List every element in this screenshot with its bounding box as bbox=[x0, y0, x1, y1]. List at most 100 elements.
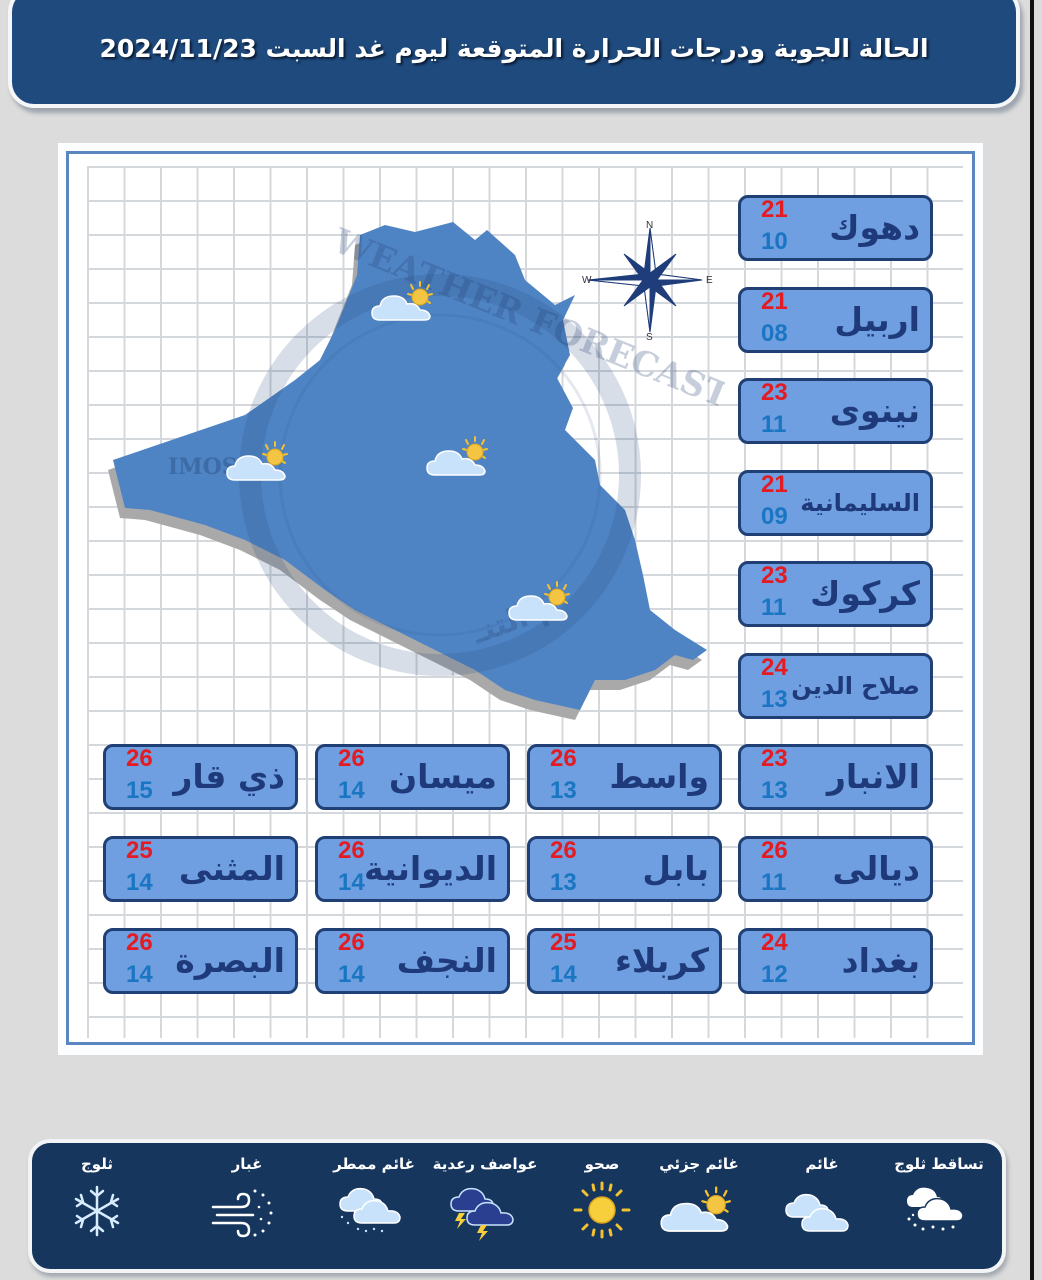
province-card: النجف 26 14 bbox=[315, 928, 510, 994]
province-card: كربلاء 25 14 bbox=[527, 928, 722, 994]
legend-label: غائم جزئي bbox=[659, 1155, 739, 1173]
province-name: المثنى bbox=[178, 849, 285, 888]
province-name: دهوك bbox=[829, 208, 920, 247]
province-name: السليمانية bbox=[800, 489, 920, 517]
min-temp: 11 bbox=[761, 411, 787, 438]
min-temp: 09 bbox=[761, 503, 788, 530]
legend-label: تساقط ثلوج bbox=[894, 1155, 984, 1173]
province-card: الديوانية 26 14 bbox=[315, 836, 510, 902]
sunny-icon bbox=[573, 1181, 631, 1239]
max-temp: 23 bbox=[761, 379, 788, 406]
legend-item-dust: غبار bbox=[192, 1155, 302, 1241]
dust-icon bbox=[211, 1189, 273, 1238]
province-name: اربيل bbox=[834, 300, 920, 339]
max-temp: 26 bbox=[761, 837, 788, 864]
min-temp: 14 bbox=[338, 869, 365, 896]
max-temp: 21 bbox=[761, 196, 788, 223]
snowfall-icon bbox=[907, 1187, 964, 1231]
legend-label: صحو bbox=[584, 1155, 620, 1173]
max-temp: 25 bbox=[550, 929, 577, 956]
province-name: الانبار bbox=[826, 757, 920, 796]
max-temp: 24 bbox=[761, 654, 788, 681]
min-temp: 13 bbox=[761, 777, 788, 804]
min-temp: 13 bbox=[550, 777, 577, 804]
min-temp: 14 bbox=[338, 961, 365, 988]
legend-item-thunderstorm: عواصف رعدية bbox=[430, 1155, 540, 1241]
max-temp: 23 bbox=[761, 745, 788, 772]
max-temp: 21 bbox=[761, 288, 788, 315]
province-card: الانبار 23 13 bbox=[738, 744, 933, 810]
province-name: بغداد bbox=[841, 941, 920, 980]
province-name: النجف bbox=[396, 941, 497, 980]
province-name: نينوى bbox=[829, 391, 920, 430]
min-temp: 14 bbox=[126, 961, 153, 988]
province-card: نينوى 23 11 bbox=[738, 378, 933, 444]
partly-cloudy-icon bbox=[660, 1186, 731, 1233]
province-name: ديالى bbox=[832, 849, 921, 888]
legend-item-snowflake: ثلوج bbox=[42, 1155, 152, 1241]
legend-label: غبار bbox=[231, 1155, 263, 1173]
compass-w: W bbox=[582, 275, 592, 286]
cloudy-icon bbox=[785, 1193, 849, 1232]
legend-item-sunny: صحو bbox=[547, 1155, 657, 1241]
max-temp: 26 bbox=[550, 837, 577, 864]
header-banner: الحالة الجوية ودرجات الحرارة المتوقعة لي… bbox=[12, 0, 1016, 104]
max-temp: 26 bbox=[550, 745, 577, 772]
province-card: واسط 26 13 bbox=[527, 744, 722, 810]
legend-label: ثلوج bbox=[81, 1155, 113, 1173]
min-temp: 10 bbox=[761, 228, 788, 255]
province-card: دهوك 21 10 bbox=[738, 195, 933, 261]
province-card: ديالى 26 11 bbox=[738, 836, 933, 902]
province-card: البصرة 26 14 bbox=[103, 928, 298, 994]
province-name: كربلاء bbox=[614, 941, 709, 980]
max-temp: 23 bbox=[761, 562, 788, 589]
min-temp: 13 bbox=[761, 686, 788, 713]
compass-e: E bbox=[706, 275, 713, 286]
province-card: صلاح الدين 24 13 bbox=[738, 653, 933, 719]
province-card: اربيل 21 08 bbox=[738, 287, 933, 353]
max-temp: 26 bbox=[126, 929, 153, 956]
max-temp: 26 bbox=[338, 929, 365, 956]
min-temp: 12 bbox=[761, 961, 788, 988]
legend-item-partly-cloudy: غائم جزئي bbox=[644, 1155, 754, 1241]
legend-item-rainy-cloud: غائم ممطر bbox=[319, 1155, 429, 1241]
max-temp: 24 bbox=[761, 929, 788, 956]
min-temp: 14 bbox=[338, 777, 365, 804]
max-temp: 25 bbox=[126, 837, 153, 864]
snowflake-icon bbox=[74, 1185, 120, 1237]
province-name: كركوك bbox=[810, 574, 920, 613]
max-temp: 26 bbox=[338, 837, 365, 864]
province-card: كركوك 23 11 bbox=[738, 561, 933, 627]
min-temp: 11 bbox=[761, 594, 787, 621]
province-name: صلاح الدين bbox=[791, 672, 920, 700]
min-temp: 11 bbox=[761, 869, 787, 896]
province-card: ذي قار 26 15 bbox=[103, 744, 298, 810]
compass-rose: N S E W bbox=[582, 220, 713, 343]
province-name: ميسان bbox=[388, 757, 497, 796]
max-temp: 26 bbox=[126, 745, 153, 772]
page-title: الحالة الجوية ودرجات الحرارة المتوقعة لي… bbox=[99, 34, 929, 63]
thunderstorm-icon bbox=[450, 1187, 514, 1241]
legend-label: غائم ممطر bbox=[333, 1155, 415, 1173]
legend-label: عواصف رعدية bbox=[432, 1155, 538, 1173]
province-name: بابل bbox=[642, 849, 709, 888]
min-temp: 15 bbox=[126, 777, 153, 804]
max-temp: 21 bbox=[761, 471, 788, 498]
province-card: ميسان 26 14 bbox=[315, 744, 510, 810]
min-temp: 14 bbox=[550, 961, 577, 988]
legend-label: غائم bbox=[805, 1155, 839, 1173]
province-name: واسط bbox=[609, 757, 709, 796]
legend-item-snowfall: تساقط ثلوج bbox=[884, 1155, 994, 1241]
compass-n: N bbox=[646, 220, 653, 231]
legend-item-cloudy: غائم bbox=[767, 1155, 877, 1241]
province-card: السليمانية 21 09 bbox=[738, 470, 933, 536]
min-temp: 13 bbox=[550, 869, 577, 896]
province-card: بغداد 24 12 bbox=[738, 928, 933, 994]
rainy-cloud-icon bbox=[339, 1187, 401, 1233]
province-name: الديوانية bbox=[363, 849, 497, 888]
min-temp: 08 bbox=[761, 320, 788, 347]
province-name: البصرة bbox=[175, 941, 285, 980]
screen-edge bbox=[1030, 0, 1034, 1280]
province-card: بابل 26 13 bbox=[527, 836, 722, 902]
province-card: المثنى 25 14 bbox=[103, 836, 298, 902]
